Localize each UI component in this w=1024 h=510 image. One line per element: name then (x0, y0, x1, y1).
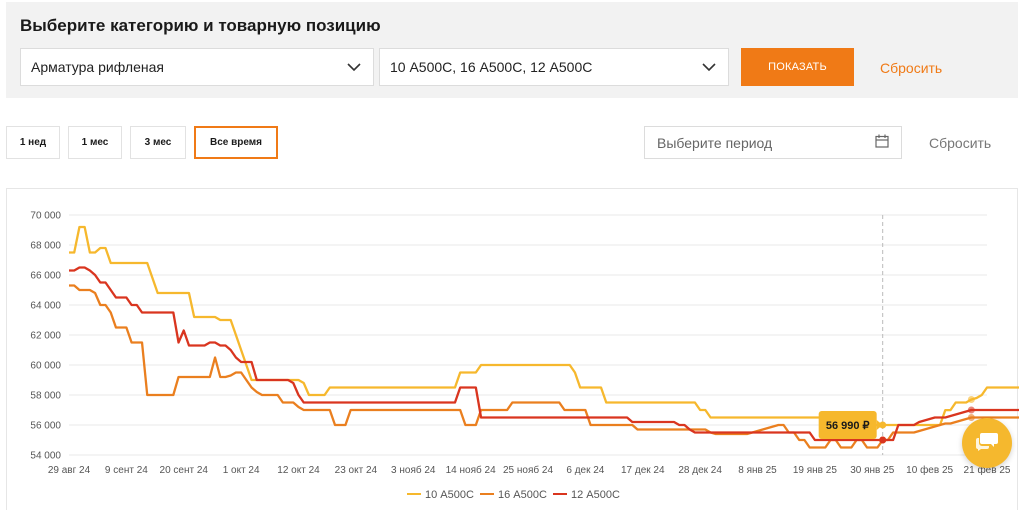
x-tick-label: 17 дек 24 (621, 465, 665, 476)
x-tick-label: 30 янв 25 (850, 465, 894, 476)
period-picker[interactable]: Выберите период (644, 126, 902, 159)
hover-point-2 (879, 436, 887, 444)
x-tick-label: 14 нояб 24 (446, 464, 496, 476)
x-tick-label: 12 окт 24 (277, 465, 320, 476)
chat-icon (975, 430, 999, 457)
y-tick-label: 62 000 (30, 331, 61, 342)
y-tick-label: 70 000 (30, 211, 61, 222)
y-tick-label: 66 000 (30, 271, 61, 282)
range-1-month-button[interactable]: 1 мес (68, 126, 122, 159)
y-tick-label: 64 000 (30, 301, 61, 312)
x-tick-label: 6 дек 24 (566, 465, 604, 476)
chevron-down-icon (347, 60, 361, 74)
tooltip-pointer (876, 420, 883, 430)
calendar-icon (875, 134, 889, 151)
chat-button[interactable] (962, 418, 1012, 468)
tooltip-label: 56 990 ₽ (826, 420, 870, 432)
category-select[interactable]: Арматура рифленая (20, 48, 374, 86)
period-placeholder: Выберите период (657, 134, 773, 151)
range-3-months-button[interactable]: 3 мес (130, 126, 186, 159)
chevron-down-icon (702, 60, 716, 74)
positions-select-value: 10 А500С, 16 А500С, 12 А500С (390, 59, 593, 75)
range-1-week-button[interactable]: 1 нед (6, 126, 60, 159)
reset-period-link[interactable]: Сбросить (929, 135, 991, 151)
x-tick-label: 29 авг 24 (48, 465, 91, 476)
end-point-2 (967, 406, 975, 414)
price-chart-svg: 54 000 56 000 58 000 60 000 62 000 64 000 66 0… (30, 211, 1019, 501)
y-tick-label: 56 000 (30, 421, 61, 432)
x-tick-label: 3 нояб 24 (391, 464, 436, 476)
x-tick-label: 10 фев 25 (906, 464, 953, 476)
reset-filters-link[interactable]: Сбросить (880, 60, 942, 76)
category-select-value: Арматура рифленая (31, 59, 164, 75)
x-tick-label: 1 окт 24 (223, 465, 260, 476)
show-button[interactable]: ПОКАЗАТЬ (741, 48, 854, 86)
x-tick-label: 25 нояб 24 (503, 464, 553, 476)
x-tick-label: 19 янв 25 (793, 465, 837, 476)
filter-panel: Выберите категорию и товарную позицию Ар… (6, 2, 1018, 98)
x-tick-label: 23 окт 24 (335, 465, 378, 476)
legend-label-2: 12 А500С (571, 489, 620, 501)
legend-label-0: 10 А500С (425, 489, 474, 501)
filter-title: Выберите категорию и товарную позицию (20, 16, 381, 35)
range-all-time-button[interactable]: Все время (194, 126, 278, 159)
price-chart: 54 000 56 000 58 000 60 000 62 000 64 000 66 0… (6, 188, 1019, 510)
x-tick-label: 8 янв 25 (738, 465, 777, 476)
x-tick-label: 9 сент 24 (105, 465, 148, 476)
end-point-0 (967, 396, 975, 403)
y-tick-label: 54 000 (30, 451, 61, 462)
positions-select[interactable]: 10 А500С, 16 А500С, 12 А500С (379, 48, 729, 86)
legend-label-1: 16 А500С (498, 489, 547, 501)
y-tick-label: 68 000 (30, 241, 61, 252)
x-tick-label: 20 сент 24 (160, 465, 209, 476)
y-tick-label: 60 000 (30, 361, 61, 372)
x-tick-label: 28 дек 24 (678, 465, 722, 476)
y-tick-label: 58 000 (30, 391, 61, 402)
end-point-1 (967, 414, 975, 421)
